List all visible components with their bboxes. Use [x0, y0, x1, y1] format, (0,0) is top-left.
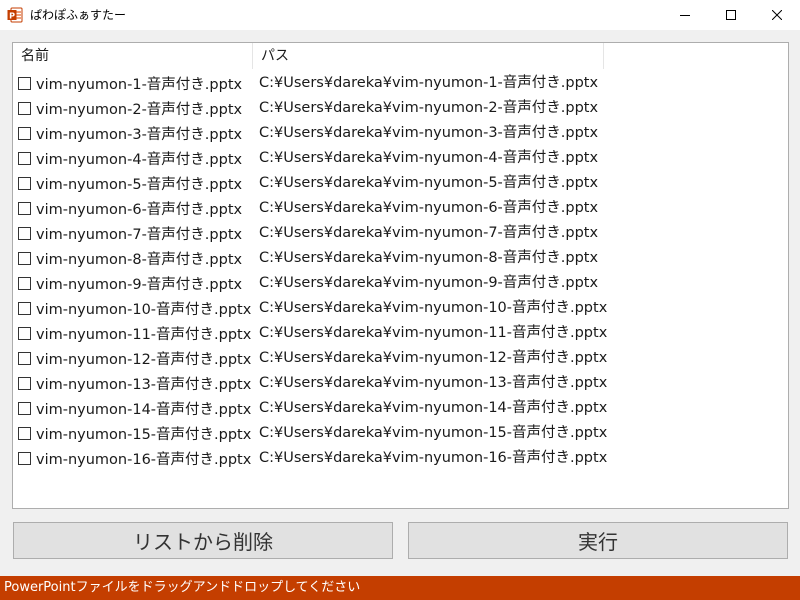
row-checkbox[interactable]: [18, 327, 31, 340]
file-name: vim-nyumon-8-音声付き.pptx: [36, 252, 243, 268]
list-item[interactable]: vim-nyumon-14-音声付き.pptx C:¥Users¥dareka¥v…: [13, 396, 788, 421]
list-item[interactable]: vim-nyumon-2-音声付き.pptx C:¥Users¥dareka¥vi…: [13, 96, 788, 121]
file-path: C:¥Users¥dareka¥vim-nyumon-4-音声付き.pptx: [259, 150, 599, 166]
remove-from-list-button[interactable]: リストから削除: [13, 522, 393, 559]
row-checkbox[interactable]: [18, 252, 31, 265]
file-path: C:¥Users¥dareka¥vim-nyumon-16-音声付き.pptx: [259, 450, 608, 466]
file-name: vim-nyumon-16-音声付き.pptx: [36, 452, 252, 468]
close-icon: [772, 10, 782, 20]
file-name-cell: vim-nyumon-11-音声付き.pptx: [18, 321, 251, 346]
file-path: C:¥Users¥dareka¥vim-nyumon-6-音声付き.pptx: [259, 200, 599, 216]
file-name: vim-nyumon-6-音声付き.pptx: [36, 202, 243, 218]
file-name-cell: vim-nyumon-4-音声付き.pptx: [18, 146, 242, 171]
row-checkbox[interactable]: [18, 427, 31, 440]
file-path: C:¥Users¥dareka¥vim-nyumon-8-音声付き.pptx: [259, 250, 599, 266]
file-name: vim-nyumon-12-音声付き.pptx: [36, 352, 252, 368]
list-item[interactable]: vim-nyumon-15-音声付き.pptx C:¥Users¥dareka¥v…: [13, 421, 788, 446]
list-item[interactable]: vim-nyumon-6-音声付き.pptx C:¥Users¥dareka¥vi…: [13, 196, 788, 221]
list-header: 名前 パス: [13, 43, 788, 69]
list-item[interactable]: vim-nyumon-12-音声付き.pptx C:¥Users¥dareka¥v…: [13, 346, 788, 371]
file-path: C:¥Users¥dareka¥vim-nyumon-3-音声付き.pptx: [259, 125, 599, 141]
list-item[interactable]: vim-nyumon-13-音声付き.pptx C:¥Users¥dareka¥v…: [13, 371, 788, 396]
file-name-cell: vim-nyumon-3-音声付き.pptx: [18, 121, 242, 146]
file-name: vim-nyumon-9-音声付き.pptx: [36, 277, 243, 293]
list-rows: vim-nyumon-1-音声付き.pptx C:¥Users¥dareka¥vi…: [13, 71, 788, 471]
file-name: vim-nyumon-2-音声付き.pptx: [36, 102, 243, 118]
maximize-icon: [726, 10, 736, 20]
list-item[interactable]: vim-nyumon-7-音声付き.pptx C:¥Users¥dareka¥vi…: [13, 221, 788, 246]
file-path: C:¥Users¥dareka¥vim-nyumon-2-音声付き.pptx: [259, 100, 599, 116]
file-name: vim-nyumon-7-音声付き.pptx: [36, 227, 243, 243]
file-name: vim-nyumon-10-音声付き.pptx: [36, 302, 252, 318]
list-item[interactable]: vim-nyumon-16-音声付き.pptx C:¥Users¥dareka¥v…: [13, 446, 788, 471]
file-name-cell: vim-nyumon-9-音声付き.pptx: [18, 271, 242, 296]
file-name-cell: vim-nyumon-15-音声付き.pptx: [18, 421, 251, 446]
minimize-icon: [680, 15, 690, 16]
row-checkbox[interactable]: [18, 302, 31, 315]
row-checkbox[interactable]: [18, 227, 31, 240]
file-name-cell: vim-nyumon-12-音声付き.pptx: [18, 346, 251, 371]
row-checkbox[interactable]: [18, 277, 31, 290]
file-path: C:¥Users¥dareka¥vim-nyumon-11-音声付き.pptx: [259, 325, 608, 341]
file-path: C:¥Users¥dareka¥vim-nyumon-7-音声付き.pptx: [259, 225, 599, 241]
file-name-cell: vim-nyumon-2-音声付き.pptx: [18, 96, 242, 121]
file-path: C:¥Users¥dareka¥vim-nyumon-14-音声付き.pptx: [259, 400, 608, 416]
maximize-button[interactable]: [708, 0, 754, 30]
file-name: vim-nyumon-11-音声付き.pptx: [36, 327, 252, 343]
status-bar: PowerPointファイルをドラッグアンドドロップしてください: [0, 576, 800, 600]
row-checkbox[interactable]: [18, 352, 31, 365]
powerpoint-icon: P: [7, 7, 23, 23]
file-path: C:¥Users¥dareka¥vim-nyumon-10-音声付き.pptx: [259, 300, 608, 316]
file-name-cell: vim-nyumon-13-音声付き.pptx: [18, 371, 251, 396]
file-list[interactable]: 名前 パス vim-nyumon-1-音声付き.pptx C:¥Users¥dar…: [12, 42, 789, 509]
row-checkbox[interactable]: [18, 152, 31, 165]
column-header-path[interactable]: パス: [253, 43, 604, 69]
file-name: vim-nyumon-4-音声付き.pptx: [36, 152, 243, 168]
file-name-cell: vim-nyumon-8-音声付き.pptx: [18, 246, 242, 271]
row-checkbox[interactable]: [18, 452, 31, 465]
file-name-cell: vim-nyumon-7-音声付き.pptx: [18, 221, 242, 246]
row-checkbox[interactable]: [18, 202, 31, 215]
file-name-cell: vim-nyumon-10-音声付き.pptx: [18, 296, 251, 321]
list-item[interactable]: vim-nyumon-8-音声付き.pptx C:¥Users¥dareka¥vi…: [13, 246, 788, 271]
run-button[interactable]: 実行: [408, 522, 788, 559]
close-button[interactable]: [754, 0, 800, 30]
file-name-cell: vim-nyumon-1-音声付き.pptx: [18, 71, 242, 96]
file-name: vim-nyumon-15-音声付き.pptx: [36, 427, 252, 443]
file-name-cell: vim-nyumon-6-音声付き.pptx: [18, 196, 242, 221]
list-item[interactable]: vim-nyumon-4-音声付き.pptx C:¥Users¥dareka¥vi…: [13, 146, 788, 171]
file-path: C:¥Users¥dareka¥vim-nyumon-5-音声付き.pptx: [259, 175, 599, 191]
file-name: vim-nyumon-1-音声付き.pptx: [36, 77, 243, 93]
list-item[interactable]: vim-nyumon-5-音声付き.pptx C:¥Users¥dareka¥vi…: [13, 171, 788, 196]
row-checkbox[interactable]: [18, 77, 31, 90]
file-path: C:¥Users¥dareka¥vim-nyumon-12-音声付き.pptx: [259, 350, 608, 366]
file-name-cell: vim-nyumon-14-音声付き.pptx: [18, 396, 251, 421]
list-item[interactable]: vim-nyumon-9-音声付き.pptx C:¥Users¥dareka¥vi…: [13, 271, 788, 296]
svg-text:P: P: [9, 12, 15, 21]
row-checkbox[interactable]: [18, 402, 31, 415]
file-name: vim-nyumon-14-音声付き.pptx: [36, 402, 252, 418]
list-item[interactable]: vim-nyumon-1-音声付き.pptx C:¥Users¥dareka¥vi…: [13, 71, 788, 96]
row-checkbox[interactable]: [18, 377, 31, 390]
row-checkbox[interactable]: [18, 102, 31, 115]
list-item[interactable]: vim-nyumon-3-音声付き.pptx C:¥Users¥dareka¥vi…: [13, 121, 788, 146]
title-bar[interactable]: P ぱわぽふぁすたー: [0, 0, 800, 30]
list-item[interactable]: vim-nyumon-11-音声付き.pptx C:¥Users¥dareka¥v…: [13, 321, 788, 346]
file-path: C:¥Users¥dareka¥vim-nyumon-13-音声付き.pptx: [259, 375, 608, 391]
file-name-cell: vim-nyumon-5-音声付き.pptx: [18, 171, 242, 196]
app-window: P ぱわぽふぁすたー 名前 パス vim-nyumon-1-音声付き.pptx C…: [0, 0, 800, 600]
file-name: vim-nyumon-3-音声付き.pptx: [36, 127, 243, 143]
file-name: vim-nyumon-13-音声付き.pptx: [36, 377, 252, 393]
file-path: C:¥Users¥dareka¥vim-nyumon-1-音声付き.pptx: [259, 75, 599, 91]
file-name-cell: vim-nyumon-16-音声付き.pptx: [18, 446, 251, 471]
list-item[interactable]: vim-nyumon-10-音声付き.pptx C:¥Users¥dareka¥v…: [13, 296, 788, 321]
minimize-button[interactable]: [662, 0, 708, 30]
window-title: ぱわぽふぁすたー: [30, 8, 127, 22]
file-name: vim-nyumon-5-音声付き.pptx: [36, 177, 243, 193]
file-path: C:¥Users¥dareka¥vim-nyumon-9-音声付き.pptx: [259, 275, 599, 291]
column-header-name[interactable]: 名前: [13, 43, 253, 69]
row-checkbox[interactable]: [18, 127, 31, 140]
file-path: C:¥Users¥dareka¥vim-nyumon-15-音声付き.pptx: [259, 425, 608, 441]
row-checkbox[interactable]: [18, 177, 31, 190]
